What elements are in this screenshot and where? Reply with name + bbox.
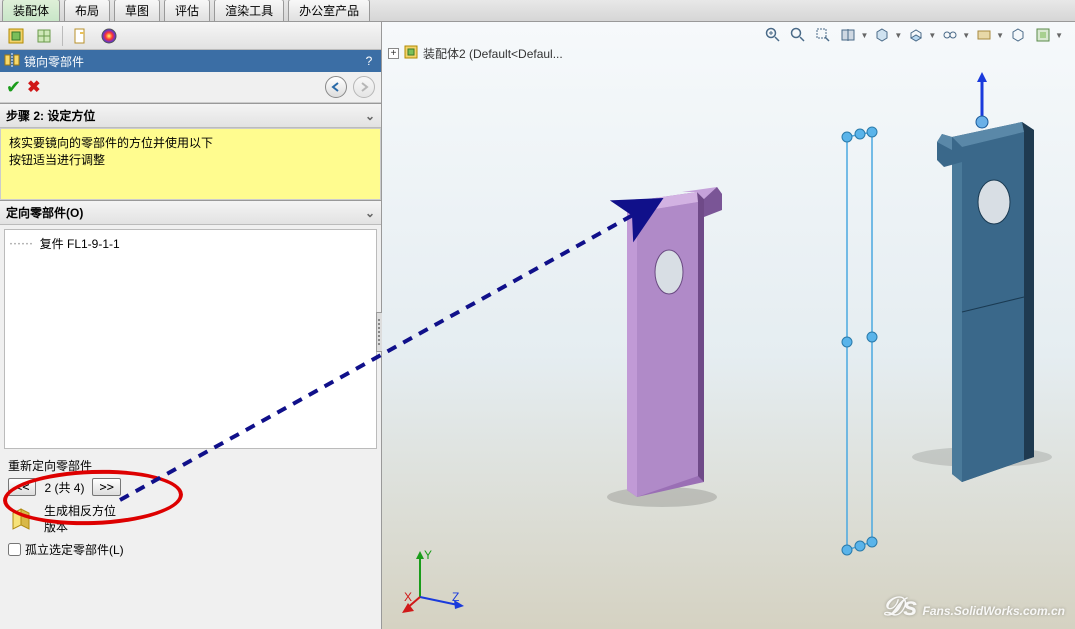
collapse-icon[interactable]: ⌄ <box>365 206 375 220</box>
step-message: 核实要镜向的零部件的方位并使用以下 按钮适当进行调整 <box>0 128 381 200</box>
back-button[interactable] <box>325 76 347 98</box>
next-orientation-button[interactable]: >> <box>92 478 120 496</box>
tab-evaluate[interactable]: 评估 <box>164 0 210 21</box>
separator <box>62 26 63 46</box>
opposite-text: 生成相反方位 版本 <box>44 504 116 535</box>
property-icon[interactable] <box>69 24 93 48</box>
reorient-section: 重新定向零部件 << 2 (共 4) >> <box>0 453 381 498</box>
step-header: 步骤 2: 设定方位 ⌄ <box>0 103 381 128</box>
confirm-row: ✔ ✖ <box>0 72 381 103</box>
step-msg-line1: 核实要镜向的零部件的方位并使用以下 <box>9 135 372 152</box>
orient-header: 定向零部件(O) ⌄ <box>0 200 381 225</box>
component-list[interactable]: ⋯⋯ 复件 FL1-9-1-1 <box>4 229 377 449</box>
feature-tabs: 装配体 布局 草图 评估 渲染工具 办公室产品 <box>0 0 1075 22</box>
help-button[interactable]: ? <box>361 54 377 68</box>
command-title: 镜向零部件 <box>24 53 361 70</box>
opposite-option[interactable]: 生成相反方位 版本 <box>0 498 381 541</box>
step-header-label: 步骤 2: 设定方位 <box>6 107 95 124</box>
configuration-icon[interactable] <box>32 24 56 48</box>
appearance-icon[interactable] <box>97 24 121 48</box>
collapse-icon[interactable]: ⌄ <box>365 109 375 123</box>
step-msg-line2: 按钮适当进行调整 <box>9 152 372 169</box>
opposite-icon <box>8 506 36 534</box>
tab-render[interactable]: 渲染工具 <box>214 0 284 21</box>
tab-sketch[interactable]: 草图 <box>114 0 160 21</box>
svg-text:Y: Y <box>424 548 432 562</box>
tab-assembly[interactable]: 装配体 <box>2 0 60 21</box>
origin-triad: Y Z X <box>402 545 472 615</box>
prev-orientation-button[interactable]: << <box>8 478 36 496</box>
mirror-icon <box>4 52 20 71</box>
orientation-counter: 2 (共 4) <box>44 479 84 496</box>
assembly-icon[interactable] <box>4 24 28 48</box>
reorient-label: 重新定向零部件 <box>8 457 373 474</box>
watermark: 𝒟s Fans.SolidWorks.com.cn <box>882 591 1065 623</box>
isolate-label: 孤立选定零部件(L) <box>25 541 124 558</box>
cancel-button[interactable]: ✖ <box>27 77 40 97</box>
orient-header-label: 定向零部件(O) <box>6 204 83 221</box>
list-item[interactable]: ⋯⋯ 复件 FL1-9-1-1 <box>9 234 372 253</box>
isolate-checkbox[interactable] <box>8 543 21 556</box>
forward-button[interactable] <box>353 76 375 98</box>
tab-layout[interactable]: 布局 <box>64 0 110 21</box>
model-scene <box>382 22 1075 629</box>
left-toolbar <box>0 22 381 50</box>
property-manager: 镜向零部件 ? ✔ ✖ 步骤 2: 设定方位 ⌄ 核实要镜向的零部件的方位并使用… <box>0 22 382 629</box>
svg-text:X: X <box>404 590 412 604</box>
command-header: 镜向零部件 ? <box>0 50 381 72</box>
ok-button[interactable]: ✔ <box>6 77 21 98</box>
isolate-row: 孤立选定零部件(L) <box>0 541 381 564</box>
tab-office[interactable]: 办公室产品 <box>288 0 370 21</box>
graphics-viewport[interactable]: ▼ ▼ ▼ ▼ ▼ ▼ + 装配体2 (Default<Defaul... <box>382 22 1075 629</box>
svg-text:Z: Z <box>452 590 459 604</box>
